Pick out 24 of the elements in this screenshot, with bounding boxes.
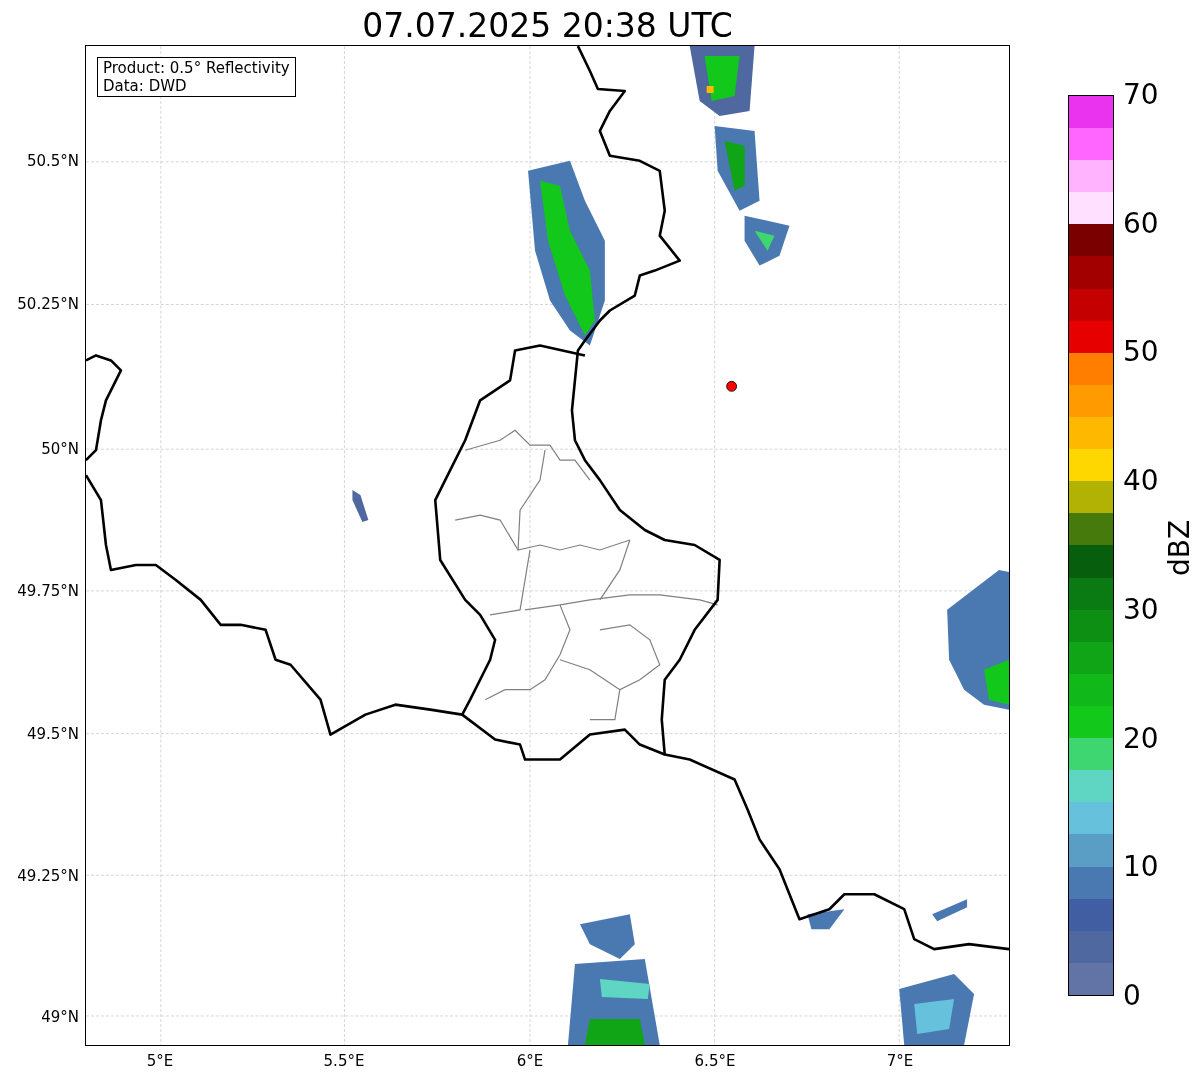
colorbar-tick-label: 40 [1123,465,1159,498]
chart-title: 07.07.2025 20:38 UTC [361,5,734,47]
colorbar-tick-label: 30 [1123,593,1159,626]
x-tick-label: 5°E [145,1052,175,1070]
y-tick-label: 50°N [40,440,79,458]
info-text: Product: 0.5° Reflectivity [103,59,290,77]
x-tick-label: 7°E [885,1052,915,1070]
colorbar-tick-label: 60 [1123,207,1159,240]
y-tick-label: 49°N [40,1008,79,1026]
x-tick-label: 6.5°E [693,1052,737,1070]
y-tick-label: 49.5°N [25,725,79,743]
y-tick-label: 50.25°N [16,295,79,313]
colorbar-tick-label: 10 [1123,851,1159,884]
x-tick-label: 5.5°E [322,1052,366,1070]
colorbar-tick-label: 70 [1123,79,1159,111]
y-tick-label: 49.75°N [16,582,79,600]
info-text: Data: DWD [103,77,188,95]
colorbar-label: dBZ [1164,519,1196,577]
y-tick-label: 49.25°N [16,867,79,885]
colorbar-tick-label: 50 [1123,336,1159,369]
y-tick-label: 50.5°N [25,152,79,170]
x-tick-label: 6°E [515,1052,545,1070]
colorbar-tick-label: 20 [1123,722,1159,755]
colorbar-tick-label: 0 [1123,980,1141,1012]
